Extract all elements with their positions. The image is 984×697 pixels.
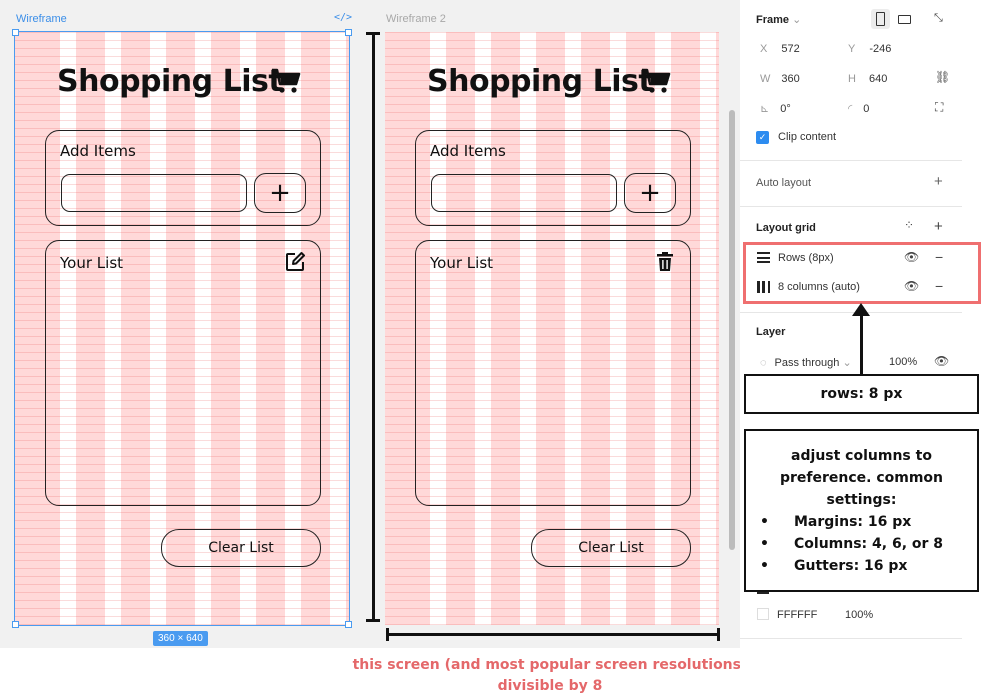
add-items-label: Add Items	[60, 142, 136, 160]
add-items-card: Add Items +	[415, 130, 691, 226]
y-key: Y	[848, 43, 856, 55]
resize-to-fit-icon[interactable]: ⤡	[934, 12, 943, 25]
divider	[740, 312, 962, 313]
rows-note: rows: 8 px	[744, 374, 979, 414]
h-value[interactable]: 640	[869, 73, 887, 85]
add-items-label: Add Items	[430, 142, 506, 160]
wireframe-2-frame[interactable]: Shopping List Add Items + Your List Clea…	[385, 32, 719, 625]
h-key: H	[848, 73, 856, 85]
add-layout-grid-icon[interactable]: +	[934, 218, 943, 235]
blend-mode-select[interactable]: Pass through	[775, 357, 840, 369]
shopping-cart-icon	[272, 68, 301, 93]
columns-note-intro: adjust columns to preference. common set…	[779, 448, 944, 508]
your-list-card: Your List	[415, 240, 691, 506]
add-item-input[interactable]	[431, 174, 617, 212]
chevron-down-icon[interactable]: ⌄	[792, 14, 801, 26]
width-bracket-cap-left	[386, 628, 389, 641]
width-bracket-cap-right	[717, 628, 720, 641]
layout-grid-title: Layout grid	[756, 222, 816, 234]
annotation-arrow	[860, 314, 863, 374]
chevron-down-icon[interactable]: ⌄	[842, 357, 851, 369]
frame-label-wireframe[interactable]: Wireframe	[16, 13, 67, 25]
eye-icon[interactable]: 👁	[934, 354, 949, 368]
code-icon[interactable]: </>	[334, 12, 352, 23]
rotation-value[interactable]: 0°	[780, 103, 791, 115]
columns-note-list: Margins: 16 px Columns: 4, 6, or 8 Gutte…	[746, 511, 977, 577]
height-bracket	[372, 32, 375, 622]
corner-radius-value[interactable]: 0	[863, 103, 869, 115]
divider	[740, 206, 962, 207]
canvas-scrollbar[interactable]	[729, 110, 735, 550]
blend-drop-icon: ◌	[760, 357, 767, 369]
trash-icon[interactable]	[654, 251, 676, 273]
your-list-card: Your List	[45, 240, 321, 506]
annotation-arrow-head	[852, 303, 870, 316]
x-value[interactable]: 572	[781, 43, 799, 55]
app-title: Shopping List	[427, 64, 653, 99]
frame-size-badge: 360 × 640	[153, 631, 208, 646]
add-item-button[interactable]: +	[624, 173, 676, 213]
fill-color-swatch[interactable]	[757, 608, 769, 620]
shopping-cart-icon	[642, 68, 671, 93]
constrain-proportions-icon[interactable]: ⛓	[935, 70, 950, 84]
clip-content-label: Clip content	[778, 131, 837, 143]
rotation-icon: ⊾	[760, 103, 770, 115]
x-key: X	[760, 43, 768, 55]
columns-note-item: Margins: 16 px	[746, 511, 977, 533]
clear-list-button[interactable]: Clear List	[531, 529, 691, 567]
layer-title: Layer	[756, 326, 786, 338]
divider	[740, 160, 962, 161]
add-item-button[interactable]: +	[254, 173, 306, 213]
resize-handle-top-left[interactable]	[12, 29, 19, 36]
portrait-orientation-icon[interactable]	[876, 12, 885, 26]
add-items-card: Add Items +	[45, 130, 321, 226]
add-auto-layout-icon[interactable]: +	[934, 173, 943, 190]
clear-list-button[interactable]: Clear List	[161, 529, 321, 567]
app-title: Shopping List	[57, 64, 283, 99]
divider	[740, 638, 962, 639]
clip-content-checkbox[interactable]: ✓	[756, 131, 769, 144]
resolution-caption: this screen (and most popular screen res…	[352, 657, 748, 694]
your-list-label: Your List	[430, 254, 494, 272]
grid-styles-icon[interactable]: ⁘	[904, 218, 914, 232]
wireframe-frame-selected[interactable]: Shopping List Add Items + Your List Clea	[14, 31, 350, 626]
your-list-label: Your List	[60, 254, 124, 272]
w-value[interactable]: 360	[781, 73, 799, 85]
resize-handle-bottom-right[interactable]	[345, 621, 352, 628]
fill-hex-value[interactable]: FFFFFF	[777, 609, 817, 621]
fill-opacity-value[interactable]: 100%	[845, 609, 873, 621]
w-key: W	[760, 73, 771, 85]
height-bracket-cap-top	[366, 32, 380, 35]
frame-label-wireframe-2[interactable]: Wireframe 2	[386, 13, 446, 25]
resize-handle-bottom-left[interactable]	[12, 621, 19, 628]
auto-layout-title: Auto layout	[756, 177, 812, 189]
fill-section-mark	[757, 592, 769, 594]
landscape-orientation-icon[interactable]	[898, 15, 911, 24]
design-canvas[interactable]: Wireframe </> Wireframe 2 Shopping List …	[0, 0, 740, 648]
edit-icon[interactable]	[284, 251, 306, 273]
height-bracket-cap-bottom	[366, 619, 380, 622]
y-value[interactable]: -246	[869, 43, 891, 55]
columns-note-item: Gutters: 16 px	[746, 555, 977, 577]
layout-grid-highlight	[743, 242, 981, 304]
independent-corners-icon[interactable]: ⛶	[935, 100, 943, 115]
resize-handle-top-right[interactable]	[345, 29, 352, 36]
width-bracket	[387, 633, 719, 636]
columns-note: adjust columns to preference. common set…	[744, 429, 979, 592]
corner-radius-icon: ◜	[848, 103, 853, 115]
layer-opacity[interactable]: 100%	[889, 356, 917, 368]
columns-note-item: Columns: 4, 6, or 8	[746, 533, 977, 555]
frame-section-title[interactable]: Frame ⌄	[756, 13, 801, 26]
add-item-input[interactable]	[61, 174, 247, 212]
